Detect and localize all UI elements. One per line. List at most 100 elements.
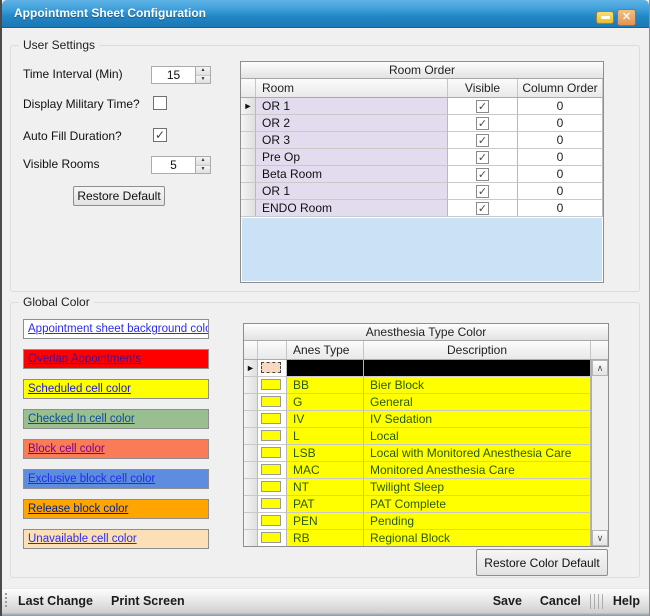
column-order-cell[interactable]: 0 [518, 166, 603, 183]
visible-column-header[interactable]: Visible [448, 79, 518, 97]
checkbox-checked-icon[interactable]: ✓ [476, 151, 489, 164]
vertical-scrollbar[interactable]: ∧ ∨ [591, 360, 608, 546]
table-row[interactable]: OR 2 ✓ 0 [241, 115, 603, 132]
table-row[interactable]: RB Regional Block [244, 530, 608, 547]
table-row[interactable]: PAT PAT Complete [244, 496, 608, 513]
column-order-cell[interactable]: 0 [518, 149, 603, 166]
color-swatch-cell[interactable] [258, 394, 287, 411]
table-row[interactable]: L Local [244, 428, 608, 445]
restore-default-button[interactable]: Restore Default [73, 186, 165, 206]
color-swatch[interactable] [261, 430, 281, 441]
scroll-up-icon[interactable]: ∧ [592, 360, 608, 376]
color-swatch-cell[interactable] [258, 428, 287, 445]
table-row[interactable]: IV IV Sedation [244, 411, 608, 428]
anes-type-cell[interactable]: RB [287, 530, 364, 547]
color-swatch[interactable] [261, 362, 281, 373]
column-order-cell[interactable]: 0 [518, 115, 603, 132]
color-swatch[interactable] [261, 515, 281, 526]
description-cell[interactable]: Local [364, 428, 591, 445]
anes-type-cell[interactable]: MAC [287, 462, 364, 479]
column-order-cell[interactable]: 0 [518, 200, 603, 217]
row-selector[interactable] [241, 149, 256, 166]
column-order-column-header[interactable]: Column Order [518, 79, 603, 97]
description-cell[interactable]: IV Sedation [364, 411, 591, 428]
color-swatch-cell[interactable] [258, 530, 287, 547]
color-swatch[interactable] [261, 498, 281, 509]
checkbox-checked-icon[interactable]: ✓ [476, 134, 489, 147]
description-cell[interactable]: General [364, 394, 591, 411]
spinner-down-icon[interactable]: ▼ [196, 166, 210, 174]
table-row[interactable]: Pre Op ✓ 0 [241, 149, 603, 166]
description-cell[interactable]: Regional Block [364, 530, 591, 547]
table-row[interactable]: MAC Monitored Anesthesia Care [244, 462, 608, 479]
table-row[interactable]: BB Bier Block [244, 377, 608, 394]
room-cell[interactable]: Beta Room [256, 166, 448, 183]
checkbox-checked-icon[interactable]: ✓ [476, 185, 489, 198]
time-interval-value[interactable]: 15 [152, 67, 195, 83]
description-cell[interactable]: Monitored Anesthesia Care [364, 462, 591, 479]
row-selector[interactable] [244, 530, 258, 547]
row-selector[interactable] [244, 496, 258, 513]
checkbox-checked-icon[interactable]: ✓ [476, 100, 489, 113]
color-swatch[interactable] [261, 379, 281, 390]
column-order-cell[interactable]: 0 [518, 132, 603, 149]
restore-color-default-button[interactable]: Restore Color Default [476, 549, 608, 576]
anes-type-cell[interactable]: G [287, 394, 364, 411]
color-swatch[interactable] [261, 447, 281, 458]
visible-cell[interactable]: ✓ [448, 166, 518, 183]
room-cell[interactable]: Pre Op [256, 149, 448, 166]
table-row-selected[interactable]: ► [244, 360, 608, 377]
row-selector[interactable] [244, 394, 258, 411]
close-button[interactable]: ✕ [617, 9, 636, 26]
checked-in-cell-color-button[interactable]: Checked In cell color [23, 409, 209, 429]
minimize-button[interactable] [596, 11, 614, 24]
color-swatch-cell[interactable] [258, 411, 287, 428]
block-cell-color-button[interactable]: Block cell color [23, 439, 209, 459]
row-selector[interactable] [244, 428, 258, 445]
room-cell[interactable]: OR 1 [256, 183, 448, 200]
spinner-down-icon[interactable]: ▼ [196, 76, 210, 84]
room-cell[interactable]: ENDO Room [256, 200, 448, 217]
titlebar[interactable]: Appointment Sheet Configuration ✕ [2, 0, 649, 28]
description-cell[interactable]: Bier Block [364, 377, 591, 394]
anes-type-cell[interactable]: PEN [287, 513, 364, 530]
table-row[interactable]: OR 1 ✓ 0 [241, 183, 603, 200]
spinner-up-icon[interactable]: ▲ [196, 67, 210, 76]
time-interval-stepper[interactable]: 15 ▲ ▼ [151, 66, 211, 84]
row-selector[interactable] [244, 479, 258, 496]
unavailable-cell-color-button[interactable]: Unavailable cell color [23, 529, 209, 549]
table-row[interactable]: Beta Room ✓ 0 [241, 166, 603, 183]
color-swatch-cell[interactable] [258, 445, 287, 462]
color-swatch-cell[interactable] [258, 496, 287, 513]
row-selector[interactable] [241, 115, 256, 132]
anes-type-cell[interactable]: NT [287, 479, 364, 496]
spinner-up-icon[interactable]: ▲ [196, 157, 210, 166]
color-swatch-cell[interactable] [258, 462, 287, 479]
exclusive-block-cell-color-button[interactable]: Exclusive block cell color [23, 469, 209, 489]
visible-cell[interactable]: ✓ [448, 115, 518, 132]
visible-cell[interactable]: ✓ [448, 98, 518, 115]
cancel-button[interactable]: Cancel [531, 589, 590, 613]
save-button[interactable]: Save [484, 589, 531, 613]
table-row[interactable]: ENDO Room ✓ 0 [241, 200, 603, 217]
room-cell[interactable]: OR 1 [256, 98, 448, 115]
anes-type-cell[interactable]: L [287, 428, 364, 445]
visible-cell[interactable]: ✓ [448, 132, 518, 149]
checkbox-checked-icon[interactable]: ✓ [476, 117, 489, 130]
print-screen-button[interactable]: Print Screen [102, 589, 194, 613]
row-selector[interactable] [244, 411, 258, 428]
color-swatch[interactable] [261, 396, 281, 407]
description-cell[interactable]: Pending [364, 513, 591, 530]
anes-type-cell[interactable]: PAT [287, 496, 364, 513]
color-swatch-cell[interactable] [258, 479, 287, 496]
visible-cell[interactable]: ✓ [448, 200, 518, 217]
column-order-cell[interactable]: 0 [518, 98, 603, 115]
visible-cell[interactable]: ✓ [448, 183, 518, 200]
row-selector[interactable] [244, 513, 258, 530]
display-military-time-checkbox[interactable] [153, 96, 167, 110]
description-cell[interactable]: Twilight Sleep [364, 479, 591, 496]
color-swatch[interactable] [261, 532, 281, 543]
table-row[interactable]: NT Twilight Sleep [244, 479, 608, 496]
anes-type-cell[interactable]: BB [287, 377, 364, 394]
color-swatch-cell[interactable] [258, 360, 287, 377]
